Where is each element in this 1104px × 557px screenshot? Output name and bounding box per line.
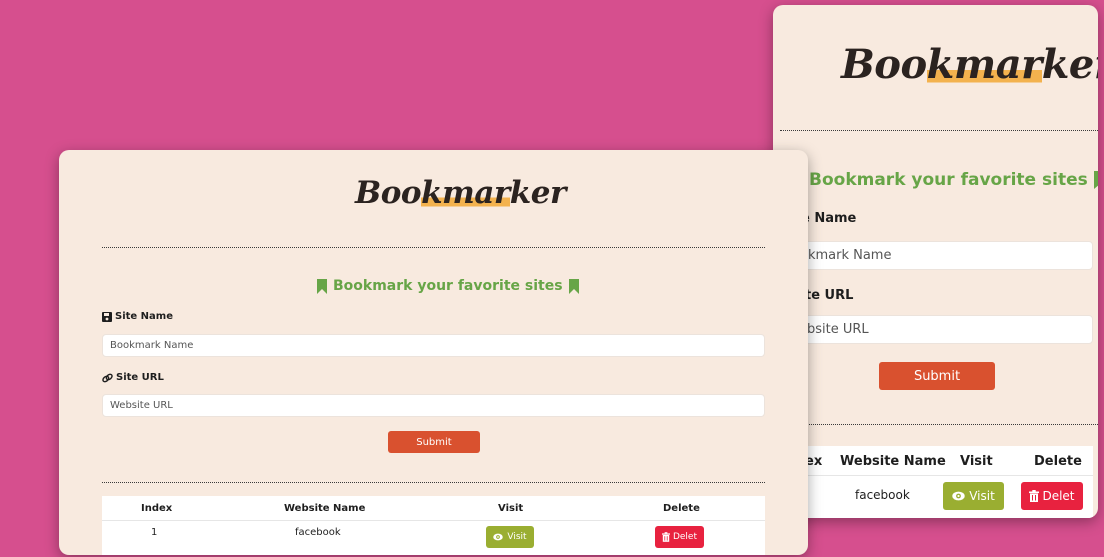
- trash-icon: [1029, 490, 1040, 502]
- bookmarks-table: ex Website Name Visit Delete facebook Vi…: [793, 446, 1093, 518]
- header-website-name: Website Name: [284, 503, 366, 514]
- bookmark-icon: [1093, 171, 1098, 190]
- visit-button[interactable]: Visit: [943, 482, 1004, 510]
- site-name-label: e Name: [801, 211, 856, 226]
- cell-index: 1: [151, 527, 158, 538]
- bookmarker-window-front: Bookmarker Bookmark your favorite sites …: [59, 150, 808, 555]
- site-url-label-text: te URL: [805, 288, 854, 303]
- logo-text-1: Boo: [841, 41, 927, 88]
- site-url-label-text: Site URL: [116, 372, 164, 383]
- divider: [780, 130, 1098, 131]
- site-name-placeholder: okmark Name: [800, 248, 892, 263]
- heading-text: Bookmark your favorite sites: [809, 170, 1088, 190]
- site-name-input[interactable]: okmark Name: [793, 241, 1093, 270]
- visit-button[interactable]: Visit: [486, 526, 534, 548]
- logo: Bookmarker: [841, 41, 1098, 88]
- delete-label: Delet: [1042, 489, 1075, 503]
- site-url-placeholder: Website URL: [110, 400, 173, 411]
- submit-label: Submit: [913, 368, 961, 384]
- submit-button[interactable]: Submit: [388, 431, 480, 453]
- divider: [102, 482, 765, 483]
- header-visit: Visit: [498, 503, 524, 514]
- bookmark-notch: [568, 288, 579, 294]
- site-url-input[interactable]: Website URL: [102, 394, 765, 417]
- delete-label: Delet: [672, 532, 698, 542]
- bookmarks-table: Index Website Name Visit Delete 1 facebo…: [102, 496, 765, 555]
- delete-button[interactable]: Delet: [655, 526, 704, 548]
- row-divider: [793, 475, 1093, 476]
- section-heading: Bookmark your favorite sites: [809, 170, 1098, 190]
- logo-text-1: Boo: [355, 175, 422, 211]
- header-delete: Delete: [1034, 454, 1082, 469]
- header-index: Index: [141, 503, 173, 514]
- header-website-name: Website Name: [840, 454, 946, 469]
- delete-button[interactable]: Delet: [1021, 482, 1083, 510]
- logo: Bookmarker: [355, 175, 566, 211]
- site-url-placeholder: bsite URL: [807, 322, 869, 337]
- submit-button[interactable]: Submit: [879, 362, 995, 390]
- submit-label: Submit: [416, 436, 452, 448]
- bookmark-notch: [1093, 184, 1098, 189]
- site-name-label: Site Name: [102, 311, 173, 322]
- row-divider: [102, 520, 765, 521]
- trash-icon: [661, 532, 670, 542]
- bookmarker-window-back: Bookmarker Bookmark your favorite sites …: [773, 5, 1098, 518]
- site-url-input[interactable]: bsite URL: [793, 315, 1093, 344]
- bookmark-icon: [317, 278, 327, 295]
- header-delete: Delete: [663, 503, 700, 514]
- eye-icon: [493, 533, 504, 541]
- logo-text-2: kmar: [926, 41, 1042, 88]
- site-name-input[interactable]: Bookmark Name: [102, 334, 765, 357]
- bookmark-notch: [317, 288, 327, 294]
- divider: [102, 247, 765, 248]
- site-url-label: te URL: [805, 288, 853, 303]
- logo-text-2: kmar: [421, 175, 510, 211]
- logo-text-3: ker: [1041, 41, 1098, 88]
- divider: [787, 424, 1098, 425]
- save-icon: [102, 311, 112, 322]
- site-name-label-text: Site Name: [115, 311, 173, 322]
- visit-label: Visit: [969, 489, 995, 503]
- site-name-placeholder: Bookmark Name: [110, 340, 194, 351]
- visit-label: Visit: [507, 532, 527, 542]
- section-heading: Bookmark your favorite sites: [317, 278, 579, 295]
- header-visit: Visit: [960, 454, 993, 469]
- link-icon: [102, 373, 113, 383]
- site-url-label: Site URL: [102, 372, 164, 383]
- heading-text: Bookmark your favorite sites: [333, 278, 563, 294]
- site-name-label-text: e Name: [801, 211, 857, 226]
- eye-icon: [952, 491, 965, 501]
- bookmark-icon: [568, 278, 579, 295]
- cell-website-name: facebook: [295, 527, 341, 538]
- cell-website-name: facebook: [855, 488, 910, 502]
- logo-text-3: ker: [509, 175, 567, 211]
